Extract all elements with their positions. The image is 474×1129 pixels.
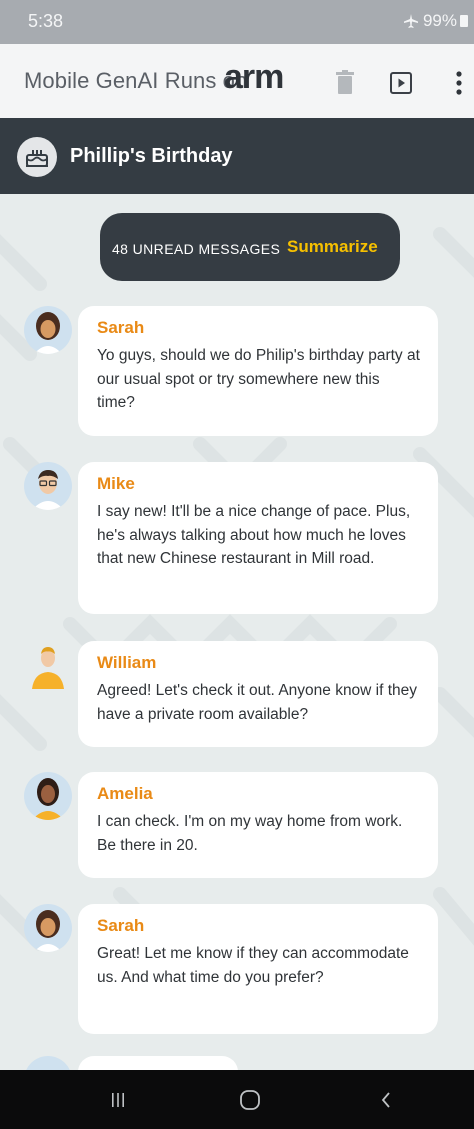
unread-count: 48 UNREAD MESSAGES — [112, 241, 281, 257]
battery-icon — [460, 15, 468, 27]
message-bubble: William Agreed! Let's check it out. Anyo… — [78, 641, 438, 747]
message-text: I can check. I'm on my way home from wor… — [97, 813, 403, 854]
message-sender: Sarah — [97, 916, 145, 935]
message-bubble: Sarah Yo guys, should we do Philip's bir… — [78, 306, 438, 436]
message-bubble: Mike I say new! It'll be a nice change o… — [78, 462, 438, 614]
message-text: Agreed! Let's check it out. Anyone know … — [97, 682, 418, 723]
avatar-amelia — [24, 772, 72, 820]
message-bubble: Sarah Great! Let me know if they can acc… — [78, 904, 438, 1034]
chat-header[interactable]: Phillip's Birthday — [0, 118, 474, 194]
chat-area[interactable]: 48 UNREAD MESSAGES Summarize Sarah Yo gu… — [0, 194, 474, 1070]
unread-banner: 48 UNREAD MESSAGES Summarize — [100, 213, 400, 281]
home-icon[interactable] — [232, 1070, 268, 1129]
message-text: Great! Let me know if they can accommoda… — [97, 945, 409, 986]
trash-icon[interactable] — [336, 70, 354, 94]
app-title: Mobile GenAI Runs on — [24, 68, 248, 93]
message-sender: Sarah — [97, 318, 145, 337]
message-text: Yo guys, should we do Philip's birthday … — [97, 347, 420, 411]
airplane-icon — [403, 14, 418, 28]
message-text: I say new! It'll be a nice change of pac… — [97, 503, 411, 567]
summarize-button[interactable]: Summarize — [287, 237, 378, 257]
message-bubble: Amelia I can check. I'm on my way home f… — [78, 772, 438, 878]
avatar-sarah — [24, 306, 72, 354]
status-time: 5:38 — [28, 11, 64, 31]
battery-percent: 99% — [422, 11, 457, 30]
group-name: Phillip's Birthday — [70, 145, 233, 167]
arm-logo: arm — [224, 58, 284, 96]
cake-icon — [17, 137, 57, 177]
recents-icon[interactable] — [100, 1070, 136, 1129]
app-bar: Mobile GenAI Runs on arm — [0, 44, 474, 118]
message-sender: Amelia — [97, 784, 153, 803]
status-indicators: 99% — [402, 11, 468, 31]
avatar-william — [24, 641, 72, 689]
system-nav-bar — [0, 1070, 474, 1129]
message-sender: William — [97, 653, 157, 672]
avatar-sarah — [24, 904, 72, 952]
play-icon[interactable] — [390, 72, 412, 94]
message-sender: Mike — [97, 474, 135, 493]
message-bubble-partial — [78, 1056, 238, 1070]
back-icon[interactable] — [368, 1070, 404, 1129]
avatar-mike — [24, 462, 72, 510]
status-bar: 5:38 99% — [0, 0, 474, 44]
more-vert-icon[interactable] — [455, 71, 463, 95]
